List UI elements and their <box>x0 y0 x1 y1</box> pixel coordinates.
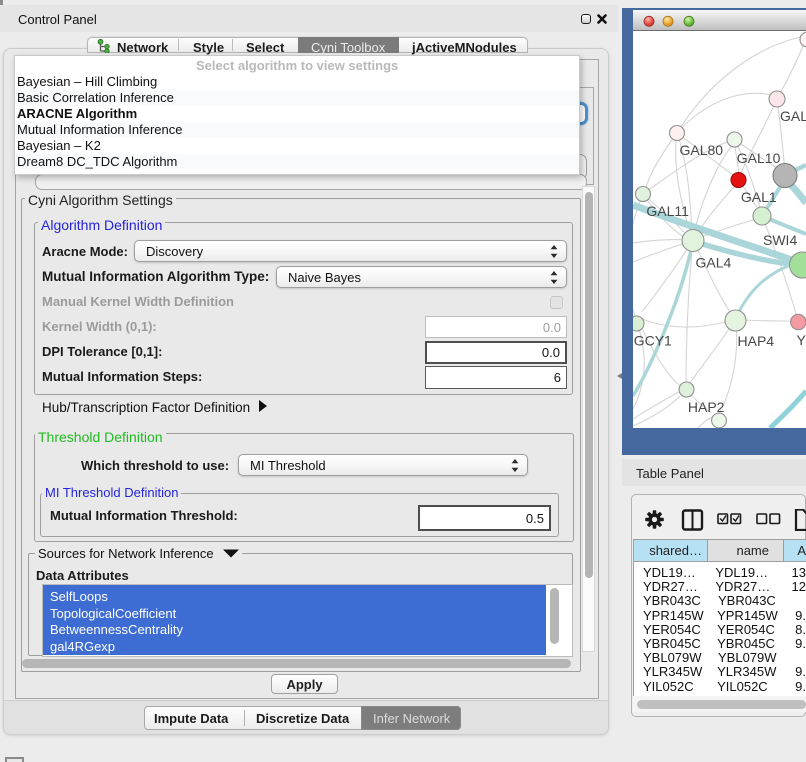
svg-text:GAL10: GAL10 <box>737 150 781 166</box>
svg-text:Y: Y <box>797 332 806 348</box>
svg-text:HAP4: HAP4 <box>738 333 775 349</box>
svg-text:GAL: GAL <box>780 108 806 124</box>
svg-text:HAP2: HAP2 <box>688 399 725 415</box>
svg-text:GCY1: GCY1 <box>634 333 672 349</box>
svg-text:GAL4: GAL4 <box>696 255 732 271</box>
svg-text:GAL11: GAL11 <box>646 203 689 219</box>
svg-text:GAL1: GAL1 <box>741 189 777 205</box>
svg-text:GAL80: GAL80 <box>680 142 724 158</box>
svg-text:SWI4: SWI4 <box>763 232 797 248</box>
